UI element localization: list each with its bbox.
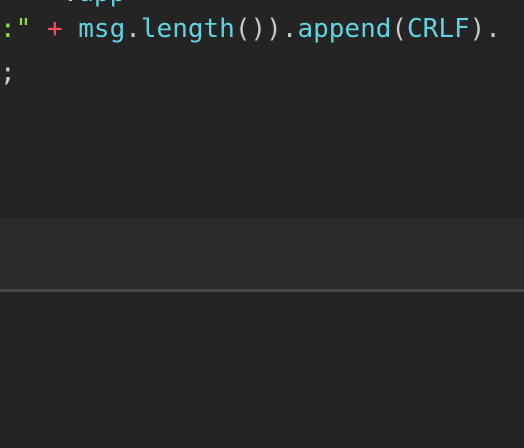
code-token-punctuation: ()) (234, 14, 282, 44)
screen: .app :" + msg.length()).append(CRLF). ; (0, 0, 524, 448)
code-editor[interactable]: .app :" + msg.length()).append(CRLF). ; (0, 0, 524, 218)
panel-header-area (0, 218, 524, 289)
code-token-method: append (297, 14, 392, 44)
code-token-method: length (140, 14, 235, 44)
code-token-punctuation: . (281, 14, 298, 44)
code-line: :" + msg.length()).append(CRLF). (0, 14, 501, 44)
code-token-punctuation: . (125, 14, 141, 44)
code-token-punctuation: ; (0, 58, 16, 88)
code-token-string: :" (0, 14, 32, 44)
code-token-punctuation: . (0, 0, 79, 8)
code-token-identifier: app (78, 0, 125, 8)
code-token-punctuation: ( (391, 14, 408, 44)
code-token-identifier: CRLF (407, 14, 470, 44)
code-token-punctuation: ). (469, 14, 501, 44)
code-token-operator: + (31, 14, 79, 44)
code-line: ; (0, 58, 16, 88)
bottom-panel (0, 292, 524, 448)
code-line-partial-top: .app (0, 0, 126, 8)
code-token-identifier: msg (78, 14, 126, 44)
